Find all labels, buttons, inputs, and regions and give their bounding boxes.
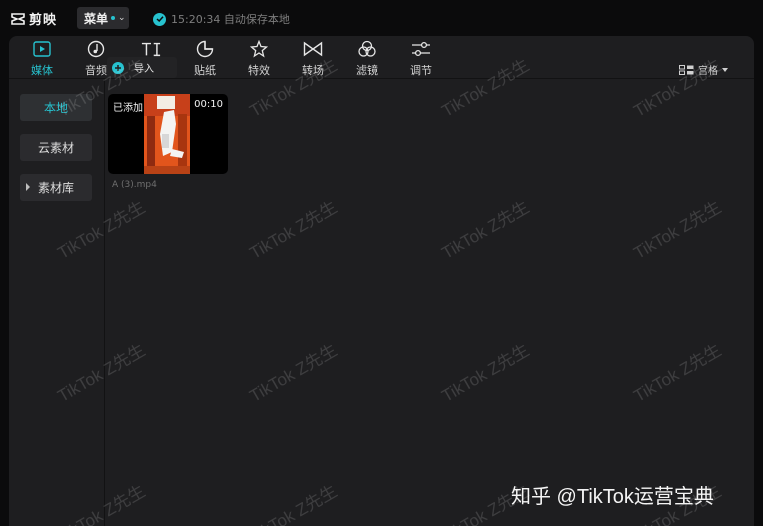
source-credit: 知乎 @TikTok运营宝典 [511,486,714,508]
grid-view-icon [679,64,694,75]
plus-icon [112,61,124,74]
menu-notification-dot [111,16,116,20]
caret-down-icon [722,67,728,72]
autosave-status: 15:20:34 自动保存本地 [153,11,290,27]
menu-button[interactable]: 菜单 ⌄ [77,7,129,29]
media-item[interactable]: 已添加 00:10 [108,94,228,174]
audio-note-icon [86,39,106,59]
tab-media[interactable]: 媒体 [17,39,67,79]
import-button[interactable]: 导入 [107,57,177,78]
text-ti-icon [141,39,161,59]
adjust-sliders-icon [411,39,431,59]
chevron-down-icon: ⌄ [118,13,126,23]
check-circle-icon [153,12,166,26]
tab-adjust[interactable]: 调节 [396,39,446,79]
added-badge: 已添加 [113,103,143,114]
clip-filename: A (3).mp4 [112,180,157,190]
sidebar-item-cloud[interactable]: 云素材 [20,134,92,161]
app-name: 剪映 [29,13,58,28]
menu-label: 菜单 [84,11,109,26]
tab-media-label: 媒体 [31,64,53,77]
sidebar-item-library[interactable]: 素材库 [20,174,92,201]
tab-effects-label: 特效 [248,64,270,77]
source-sidebar: 本地 云素材 素材库 [9,79,105,526]
media-play-icon [32,39,52,59]
capcut-logo-icon [11,12,25,25]
tab-stickers-label: 贴纸 [194,64,216,77]
view-mode-dropdown[interactable]: 宫格 [679,62,728,77]
filter-circles-icon [357,39,377,59]
tab-stickers[interactable]: 贴纸 [180,39,230,79]
sidebar-item-label: 云素材 [37,141,74,155]
sidebar-item-label: 素材库 [37,181,74,195]
sidebar-item-local[interactable]: 本地 [20,94,92,121]
tab-effects[interactable]: 特效 [234,39,284,79]
tab-transitions[interactable]: 转场 [288,39,338,79]
sidebar-item-label: 本地 [43,101,68,115]
autosave-text: 15:20:34 自动保存本地 [171,13,290,26]
tab-filters[interactable]: 滤镜 [342,39,392,79]
view-mode-label: 宫格 [698,66,718,77]
clip-duration: 00:10 [194,99,223,110]
sticker-icon [195,39,215,59]
effects-star-icon [249,39,269,59]
app-logo: 剪映 [10,9,57,28]
title-bar: 剪映 菜单 ⌄ 15:20:34 自动保存本地 [0,0,763,36]
tab-transitions-label: 转场 [302,64,324,77]
tab-adjust-label: 调节 [410,64,432,77]
tab-audio-label: 音频 [85,64,107,77]
transition-bowtie-icon [303,39,323,59]
import-label: 导入 [134,64,154,75]
video-thumbnail [144,94,190,174]
expand-arrow-icon [26,183,30,191]
tab-filters-label: 滤镜 [356,64,378,77]
